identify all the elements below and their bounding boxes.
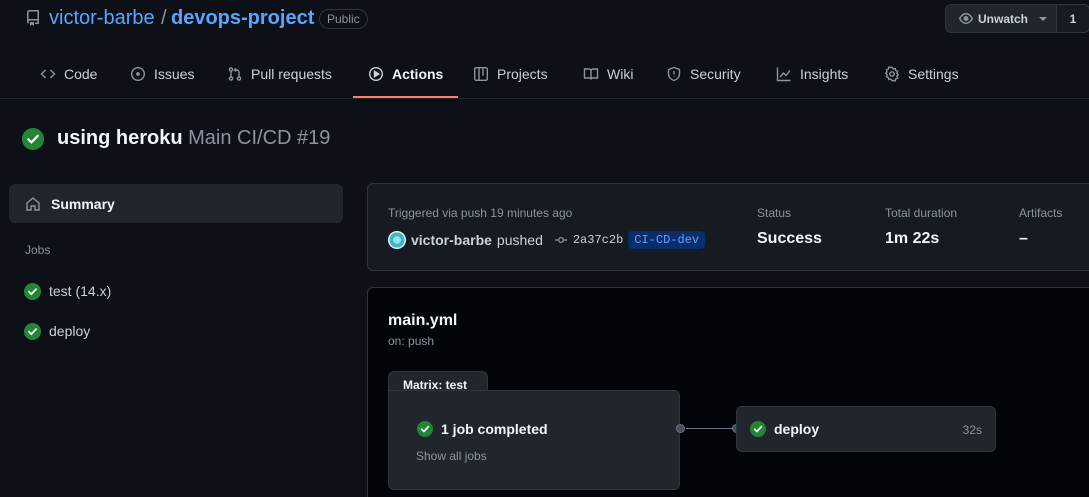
duration-label: Total duration (885, 206, 958, 220)
branch-badge[interactable]: CI-CD-dev (628, 231, 706, 249)
header-divider (0, 98, 1089, 99)
trigger-text: Triggered via push 19 minutes ago (388, 206, 573, 220)
avatar (388, 231, 406, 249)
deploy-duration: 32s (962, 423, 982, 437)
code-icon (40, 66, 56, 82)
unwatch-label: Unwatch (978, 11, 1029, 26)
show-all-jobs-link[interactable]: Show all jobs (416, 449, 487, 463)
tab-projects-label: Projects (497, 66, 548, 82)
repo-owner-link[interactable]: victor-barbe (49, 7, 155, 30)
tab-issues[interactable]: Issues (130, 62, 194, 86)
tab-security-label: Security (690, 66, 741, 82)
unwatch-button[interactable]: Unwatch (945, 4, 1057, 33)
duration-value: 1m 22s (885, 230, 940, 247)
sidebar-job-label: test (14.x) (49, 283, 112, 299)
tab-wiki-label: Wiki (607, 66, 634, 82)
tab-security[interactable]: Security (666, 62, 741, 86)
run-summary-box: Triggered via push 19 minutes ago victor… (367, 183, 1089, 271)
issue-opened-icon (130, 66, 146, 82)
matrix-job-card[interactable]: 1 job completed Show all jobs (388, 390, 680, 490)
book-icon (583, 66, 599, 82)
tab-pull-requests[interactable]: Pull requests (227, 62, 332, 86)
tab-pull-requests-label: Pull requests (251, 66, 332, 82)
status-label: Status (757, 206, 792, 220)
graph-icon (776, 66, 792, 82)
eye-icon (958, 11, 974, 27)
page-title: using heroku Main CI/CD #19 (57, 127, 330, 150)
matrix-status-text: 1 job completed (441, 421, 548, 437)
sidebar-item-summary[interactable]: Summary (9, 184, 343, 223)
tab-issues-label: Issues (154, 66, 195, 82)
artifacts-label: Artifacts (1019, 206, 1063, 220)
jobs-heading: Jobs (25, 243, 51, 257)
sidebar-job-test[interactable]: test (14.x) (24, 281, 111, 301)
check-circle-fill-icon (22, 128, 44, 150)
matrix-status: 1 job completed (417, 421, 548, 437)
repo-separator: / (161, 7, 167, 29)
workflow-graph: main.yml on: push Matrix: test 1 job com… (367, 287, 1089, 497)
table-icon (473, 66, 489, 82)
watch-count[interactable]: 1 (1056, 4, 1089, 33)
tab-actions[interactable]: Actions (368, 62, 443, 86)
deploy-job-label: deploy (774, 421, 820, 437)
play-icon (368, 66, 384, 82)
check-circle-fill-icon (24, 322, 41, 340)
git-pull-request-icon (227, 66, 243, 82)
tab-insights[interactable]: Insights (776, 62, 848, 86)
tab-projects[interactable]: Projects (473, 62, 548, 86)
commit-line: victor-barbe pushed 2a37c2b CI-CD-dev (388, 231, 706, 249)
push-action: pushed (496, 232, 543, 248)
repo-name-link[interactable]: devops-project (171, 7, 314, 30)
check-circle-fill-icon (750, 421, 766, 437)
sidebar-job-label: deploy (49, 323, 91, 339)
tab-settings[interactable]: Settings (884, 62, 959, 86)
sidebar-summary-label: Summary (51, 195, 115, 212)
workflow-run-name: Main CI/CD #19 (188, 127, 331, 149)
visibility-badge: Public (319, 9, 368, 29)
workflow-trigger: on: push (388, 334, 435, 348)
git-commit-icon (554, 233, 568, 247)
commit-sha-link[interactable]: 2a37c2b (573, 233, 623, 247)
tab-insights-label: Insights (800, 66, 849, 82)
sidebar-job-deploy[interactable]: deploy (24, 321, 90, 341)
tab-wiki[interactable]: Wiki (583, 62, 633, 86)
status-value: Success (757, 230, 822, 247)
tab-actions-label: Actions (392, 66, 444, 82)
tab-code[interactable]: Code (40, 62, 97, 86)
job-connector (686, 428, 736, 429)
workflow-file-name: main.yml (388, 312, 458, 329)
actor-link[interactable]: victor-barbe (411, 232, 492, 248)
deploy-job-card[interactable]: deploy 32s (736, 406, 996, 452)
triangle-down-icon (1038, 14, 1048, 24)
artifacts-value: – (1019, 230, 1028, 247)
run-title: using heroku (57, 127, 183, 149)
connector-dot (676, 424, 685, 433)
tab-code-label: Code (64, 66, 98, 82)
tab-settings-label: Settings (908, 66, 959, 82)
check-circle-fill-icon (417, 421, 433, 437)
deploy-job: deploy (750, 421, 819, 437)
home-icon (25, 196, 41, 212)
check-circle-fill-icon (24, 282, 41, 300)
shield-icon (666, 66, 682, 82)
repo-icon (25, 10, 41, 26)
gear-icon (884, 66, 900, 82)
